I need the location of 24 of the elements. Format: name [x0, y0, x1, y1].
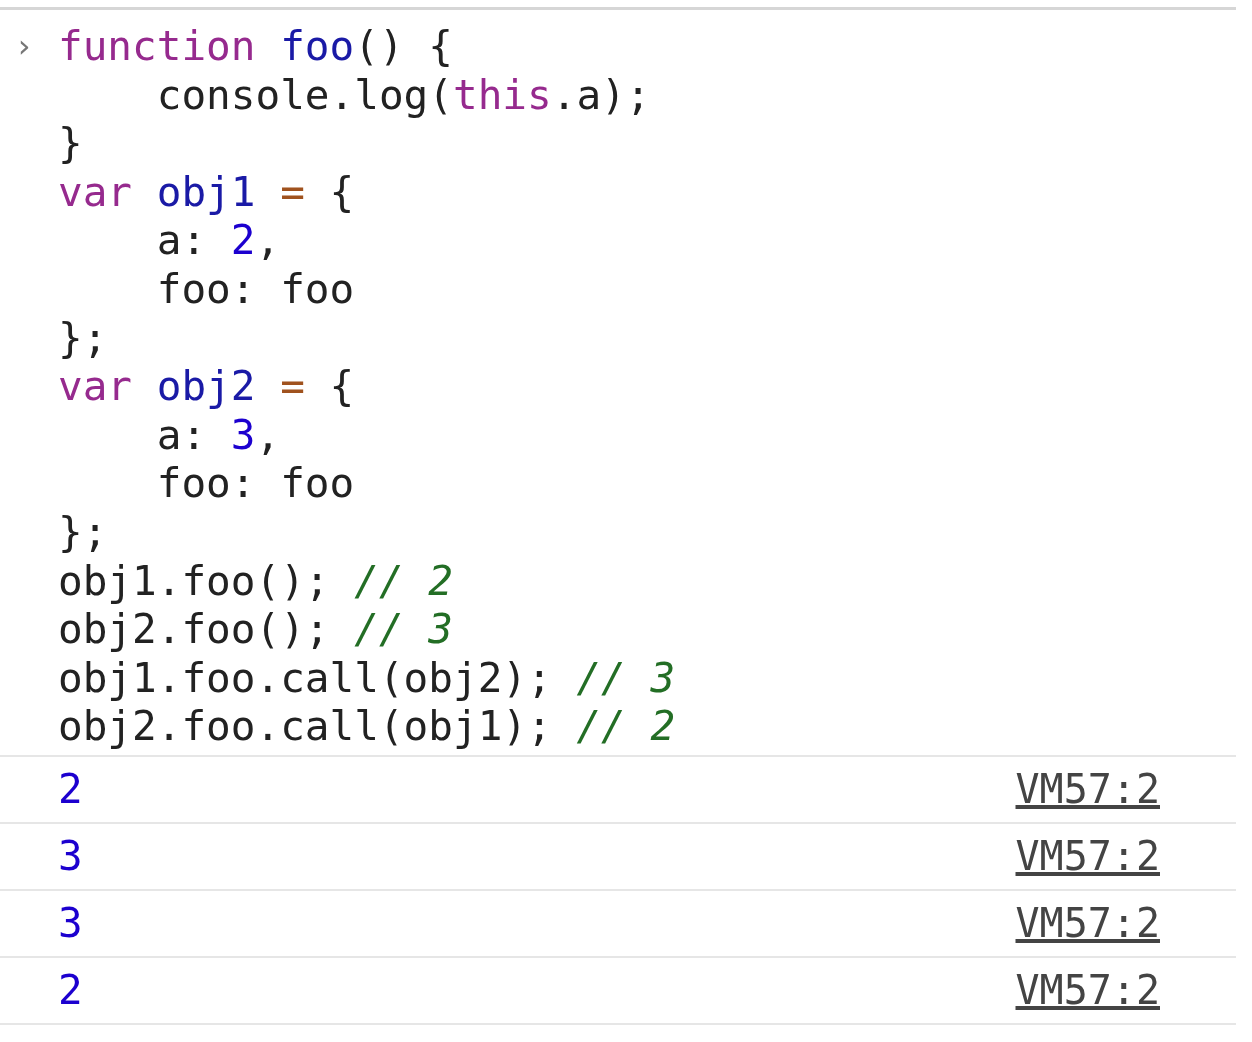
- code-line: obj1.foo(); // 2: [58, 556, 453, 606]
- code-line: a: 2,: [155, 216, 281, 265]
- output-value: 2: [58, 966, 83, 1015]
- output-value: 3: [58, 899, 83, 948]
- source-link[interactable]: VM57:2: [1015, 766, 1160, 813]
- code-line: }: [58, 119, 83, 168]
- code-line: a: 3,: [155, 410, 281, 460]
- code-line: obj2.foo.call(obj1); // 2: [58, 702, 676, 751]
- output-value: 3: [58, 832, 83, 881]
- code-line: obj2.foo(); // 3: [58, 605, 453, 654]
- code-line: };: [58, 507, 108, 557]
- code-line: foo: foo: [155, 459, 355, 508]
- source-link[interactable]: VM57:2: [1015, 833, 1160, 880]
- code-line: var obj1 = {: [58, 167, 355, 217]
- code-line: };: [58, 313, 108, 363]
- code-line: function foo() {: [58, 22, 453, 71]
- source-link[interactable]: VM57:2: [1015, 900, 1160, 947]
- code-line: var obj2 = {: [58, 362, 355, 411]
- code-line: foo: foo: [155, 264, 355, 314]
- source-link[interactable]: VM57:2: [1015, 967, 1160, 1014]
- output-value: 2: [58, 765, 83, 814]
- code-line: obj1.foo.call(obj2); // 3: [58, 653, 676, 703]
- prompt-chevron: ›: [13, 26, 35, 67]
- code-line: console.log(this.a);: [155, 70, 651, 120]
